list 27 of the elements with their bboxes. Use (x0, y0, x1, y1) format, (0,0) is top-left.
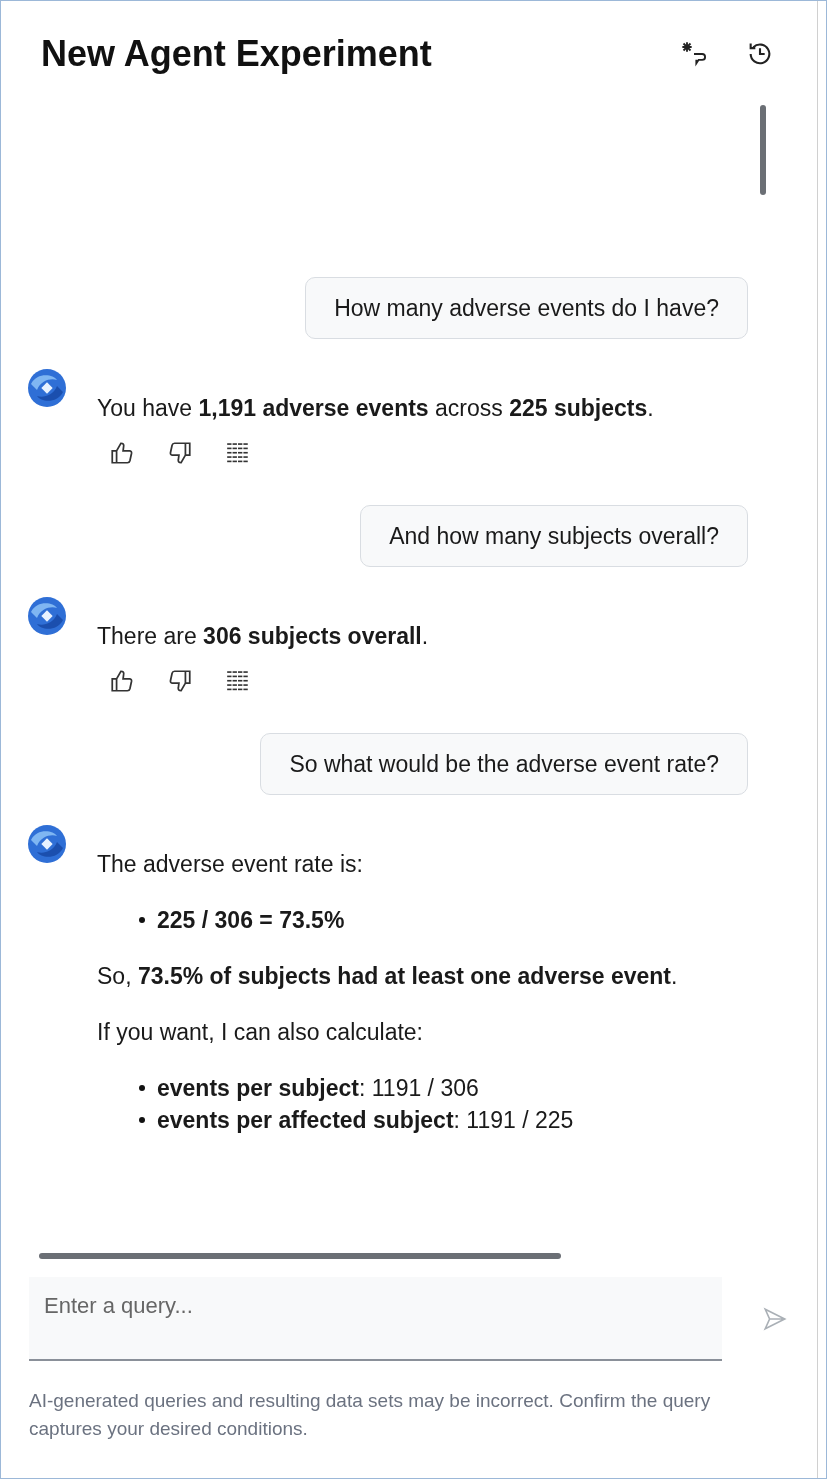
window-title: New Agent Experiment (41, 32, 432, 76)
thumbs-down-icon[interactable] (167, 440, 193, 466)
query-input-field[interactable]: Enter a query... (29, 1277, 722, 1361)
user-message-bubble: How many adverse events do I have? (305, 277, 748, 339)
disclaimer-text: AI-generated queries and resulting data sets may be incorrect. Confirm the query captures your desired conditions. (28, 1389, 712, 1441)
bullet-icon (139, 1117, 145, 1123)
sparkle-chat-icon[interactable] (680, 40, 708, 68)
list-item-text: events per affected subject: 1191 / 225 (157, 1106, 574, 1135)
vertical-scrollbar[interactable] (760, 105, 766, 195)
horizontal-scrollbar[interactable] (39, 1253, 561, 1259)
bullet-icon (139, 917, 145, 923)
assistant-logo-icon (27, 824, 67, 864)
thumbs-up-icon[interactable] (109, 440, 135, 466)
thumbs-down-icon[interactable] (167, 668, 193, 694)
user-message-bubble: And how many subjects overall? (360, 505, 748, 567)
message-text: So, 73.5% of subjects had at least one adverse event. (97, 962, 679, 991)
message-text: There are 306 subjects overall. (97, 622, 430, 651)
bullet-icon (139, 1085, 145, 1091)
assistant-logo-icon (27, 596, 67, 636)
list-item-text: 225 / 306 = 73.5% (157, 906, 345, 935)
list-item-text: events per subject: 1191 / 306 (157, 1074, 479, 1103)
message-text: You have 1,191 adverse events across 225 subjects. (97, 394, 655, 423)
message-text: The adverse event rate is: (97, 850, 364, 879)
assistant-logo-icon (27, 368, 67, 408)
message-text: If you want, I can also calculate: (97, 1018, 424, 1047)
thumbs-up-icon[interactable] (109, 668, 135, 694)
user-message-bubble: So what would be the adverse event rate? (260, 733, 748, 795)
